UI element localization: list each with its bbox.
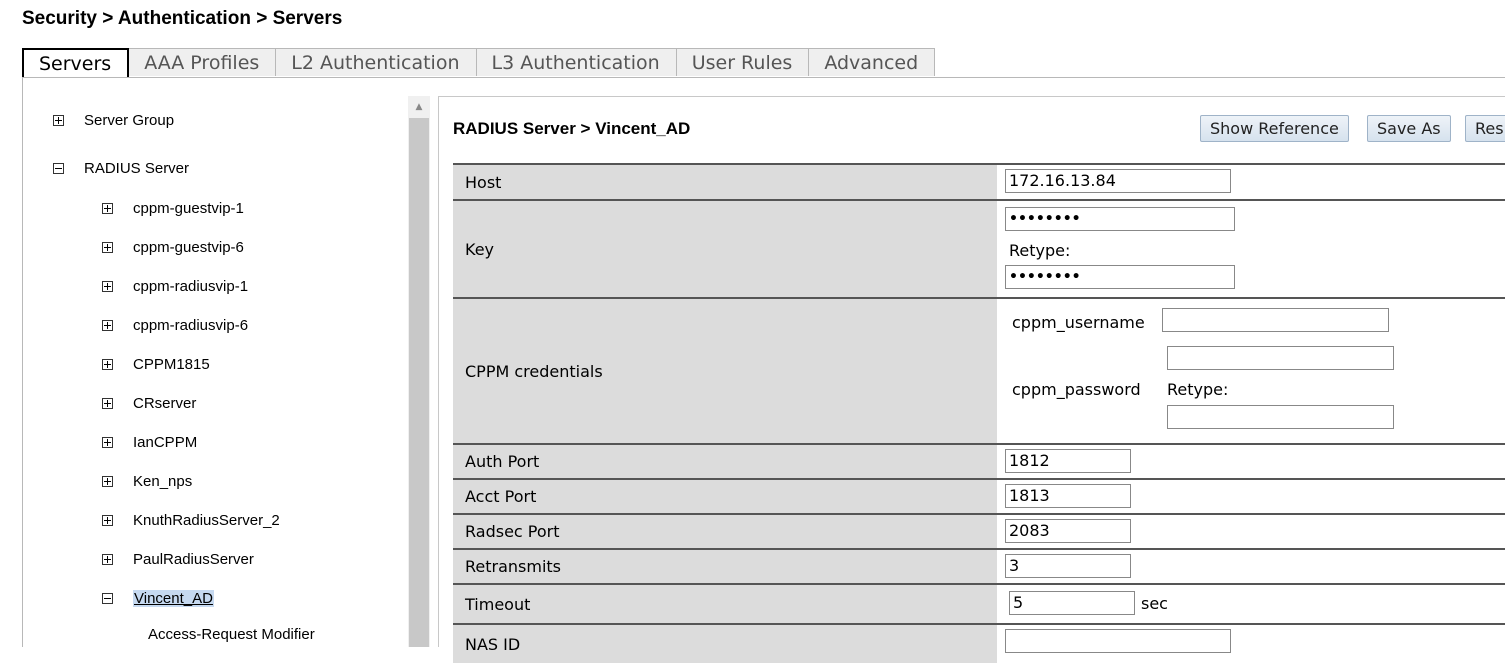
row-auth-port: Auth Port 1812 xyxy=(453,443,1505,478)
tab-advanced[interactable]: Advanced xyxy=(809,48,936,76)
timeout-label: Timeout xyxy=(453,585,997,623)
tree-node-server[interactable]: PaulRadiusServer xyxy=(102,548,254,570)
tree-node-server[interactable]: KnuthRadiusServer_2 xyxy=(102,509,280,531)
save-as-button[interactable]: Save As xyxy=(1367,115,1451,142)
tree-label[interactable]: PaulRadiusServer xyxy=(133,551,254,568)
tree-node-server[interactable]: cppm-radiusvip-6 xyxy=(102,314,248,336)
panel-title: RADIUS Server > Vincent_AD xyxy=(453,119,691,138)
expand-icon[interactable] xyxy=(102,280,113,292)
tree-label[interactable]: cppm-guestvip-1 xyxy=(133,200,244,217)
tree-node-server[interactable]: Ken_nps xyxy=(102,470,192,492)
server-tree: Server Group RADIUS Server cppm-guestvip… xyxy=(22,78,408,647)
scroll-up-arrow-icon[interactable]: ▲ xyxy=(408,96,430,118)
cppm-username-input[interactable] xyxy=(1162,308,1389,332)
expand-icon[interactable] xyxy=(102,553,113,565)
reset-button[interactable]: Res xyxy=(1465,115,1505,142)
nas-id-label: NAS ID xyxy=(453,625,997,663)
host-input[interactable]: 172.16.13.84 xyxy=(1005,169,1231,193)
row-nas-id: NAS ID xyxy=(453,623,1505,663)
tree-node-server[interactable]: IanCPPM xyxy=(102,431,197,453)
expand-icon[interactable] xyxy=(53,114,64,126)
tree-node-server[interactable]: cppm-guestvip-6 xyxy=(102,236,244,258)
nas-id-input[interactable] xyxy=(1005,629,1231,653)
tree-label-selected[interactable]: Vincent_AD xyxy=(133,589,214,607)
tree-node-server-group[interactable]: Server Group xyxy=(53,109,174,131)
tree-node-access-request-modifier[interactable]: Access-Request Modifier xyxy=(148,623,315,645)
cppm-retype-label: Retype: xyxy=(1167,380,1229,399)
tree-label[interactable]: Access-Request Modifier xyxy=(148,626,315,643)
row-timeout: Timeout 5 sec xyxy=(453,583,1505,623)
expand-icon[interactable] xyxy=(102,319,113,331)
expand-icon[interactable] xyxy=(102,202,113,214)
tab-l3-authentication[interactable]: L3 Authentication xyxy=(476,48,677,76)
auth-port-input[interactable]: 1812 xyxy=(1005,449,1131,473)
show-reference-button[interactable]: Show Reference xyxy=(1200,115,1349,142)
key-retype-label: Retype: xyxy=(1009,241,1071,260)
cppm-credentials-label: CPPM credentials xyxy=(453,299,997,443)
acct-port-label: Acct Port xyxy=(453,480,997,513)
row-host: Host 172.16.13.84 xyxy=(453,163,1505,199)
cppm-retype-input[interactable] xyxy=(1167,405,1394,429)
tab-aaa-profiles[interactable]: AAA Profiles xyxy=(129,48,277,76)
tree-label[interactable]: IanCPPM xyxy=(133,434,197,451)
tree-label[interactable]: CPPM1815 xyxy=(133,356,210,373)
row-key: Key •••••••• Retype: •••••••• xyxy=(453,199,1505,297)
row-acct-port: Acct Port 1813 xyxy=(453,478,1505,513)
retransmits-label: Retransmits xyxy=(453,550,997,583)
row-retransmits: Retransmits 3 xyxy=(453,548,1505,583)
expand-icon[interactable] xyxy=(102,436,113,448)
tab-user-rules[interactable]: User Rules xyxy=(676,48,810,76)
expand-icon[interactable] xyxy=(102,514,113,526)
cppm-password-input[interactable] xyxy=(1167,346,1394,370)
tree-node-server[interactable]: cppm-guestvip-1 xyxy=(102,197,244,219)
key-label: Key xyxy=(453,201,997,297)
key-retype-input[interactable]: •••••••• xyxy=(1005,265,1235,289)
tree-node-server[interactable]: cppm-radiusvip-1 xyxy=(102,275,248,297)
timeout-input[interactable]: 5 xyxy=(1009,591,1135,615)
expand-icon[interactable] xyxy=(102,358,113,370)
radsec-port-label: Radsec Port xyxy=(453,515,997,548)
collapse-icon[interactable] xyxy=(53,162,64,174)
tree-label[interactable]: CRserver xyxy=(133,395,196,412)
tree-label[interactable]: Ken_nps xyxy=(133,473,192,490)
tab-servers[interactable]: Servers xyxy=(22,48,130,78)
tree-node-server[interactable]: CPPM1815 xyxy=(102,353,210,375)
tree-node-radius-server[interactable]: RADIUS Server xyxy=(53,157,189,179)
expand-icon[interactable] xyxy=(102,475,113,487)
tree-label[interactable]: KnuthRadiusServer_2 xyxy=(133,512,280,529)
host-label: Host xyxy=(453,165,997,199)
acct-port-input[interactable]: 1813 xyxy=(1005,484,1131,508)
retransmits-input[interactable]: 3 xyxy=(1005,554,1131,578)
tree-node-selected-server[interactable]: Vincent_AD xyxy=(102,587,214,609)
details-panel: RADIUS Server > Vincent_AD Show Referenc… xyxy=(438,96,1505,663)
tree-node-server[interactable]: CRserver xyxy=(102,392,196,414)
breadcrumb: Security > Authentication > Servers xyxy=(22,8,343,29)
expand-icon[interactable] xyxy=(102,397,113,409)
cppm-password-label: cppm_password xyxy=(1012,380,1141,399)
tree-label[interactable]: cppm-radiusvip-6 xyxy=(133,317,248,334)
tab-bar: Servers AAA Profiles L2 Authentication L… xyxy=(22,48,936,78)
collapse-icon[interactable] xyxy=(102,592,113,604)
tree-scrollbar[interactable]: ▲ xyxy=(408,96,430,647)
scroll-thumb[interactable] xyxy=(409,118,429,647)
cppm-username-label: cppm_username xyxy=(1012,313,1145,332)
auth-port-label: Auth Port xyxy=(453,445,997,478)
key-input[interactable]: •••••••• xyxy=(1005,207,1235,231)
expand-icon[interactable] xyxy=(102,241,113,253)
tree-label[interactable]: cppm-radiusvip-1 xyxy=(133,278,248,295)
row-cppm-credentials: CPPM credentials cppm_username cppm_pass… xyxy=(453,297,1505,443)
tab-l2-authentication[interactable]: L2 Authentication xyxy=(276,48,477,76)
tree-label[interactable]: Server Group xyxy=(84,112,174,129)
timeout-unit: sec xyxy=(1141,594,1168,613)
row-radsec-port: Radsec Port 2083 xyxy=(453,513,1505,548)
radsec-port-input[interactable]: 2083 xyxy=(1005,519,1131,543)
tree-label[interactable]: cppm-guestvip-6 xyxy=(133,239,244,256)
tree-label[interactable]: RADIUS Server xyxy=(84,160,189,177)
